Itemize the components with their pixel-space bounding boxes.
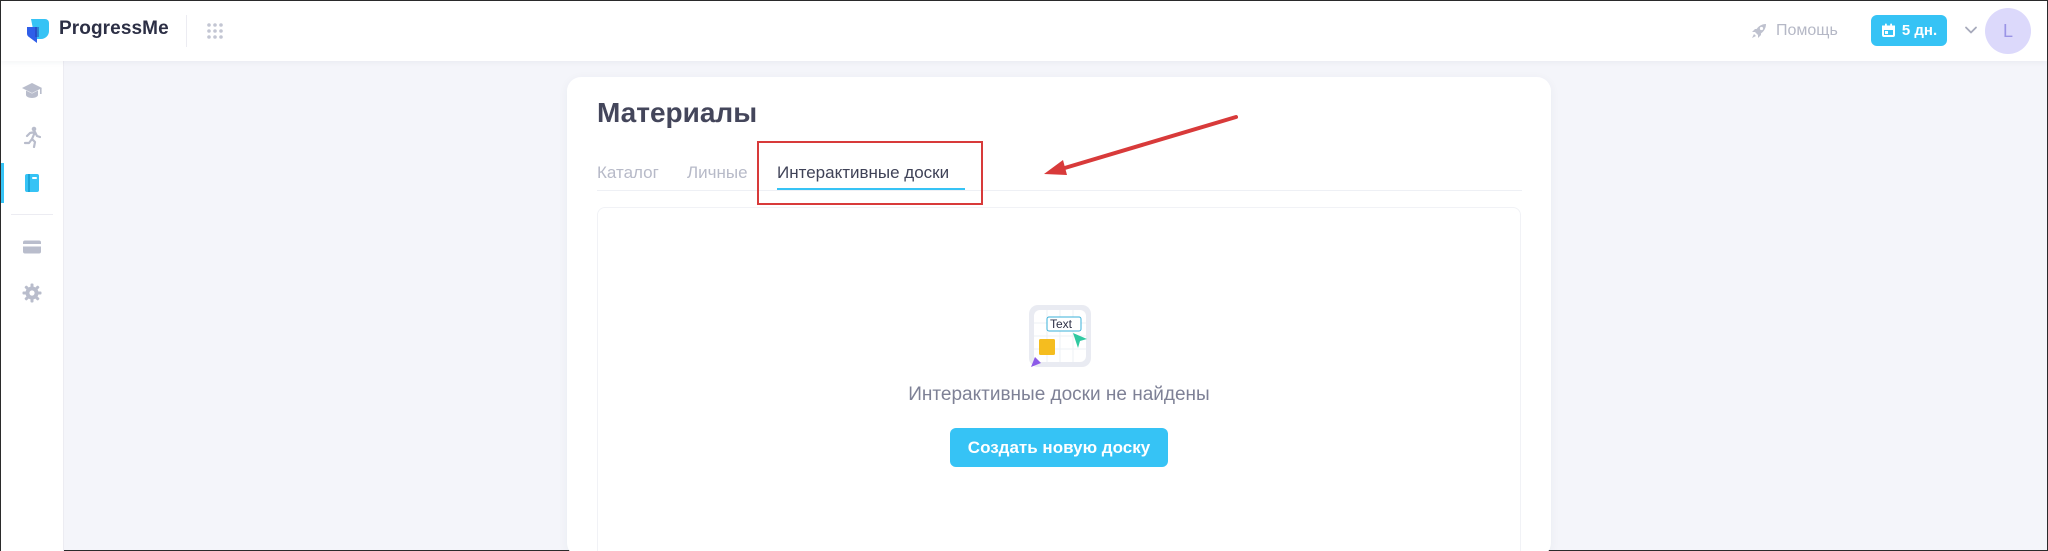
sidebar-item-settings[interactable] <box>1 271 63 315</box>
page-title: Материалы <box>597 97 758 128</box>
sidebar-item-courses[interactable] <box>1 69 63 113</box>
gear-icon <box>22 283 42 303</box>
top-bar: ProgressMe Помощь 5 дн. L <box>1 1 2047 61</box>
annotation-highlight-box <box>757 141 983 205</box>
annotation-arrow <box>1044 115 1238 175</box>
header-divider <box>186 15 187 47</box>
book-icon <box>25 174 39 192</box>
brand-name[interactable]: ProgressMe <box>59 18 169 40</box>
apps-grid-icon[interactable] <box>205 21 225 41</box>
rocket-icon <box>1752 24 1766 38</box>
tabs-divider <box>597 190 1522 191</box>
help-label: Помощь <box>1776 22 1838 39</box>
sidebar-item-payments[interactable] <box>1 225 63 269</box>
board-icon-text: Text <box>1050 317 1073 331</box>
tab-catalog[interactable]: Каталог <box>597 163 659 183</box>
graduation-cap-icon <box>22 83 42 98</box>
create-board-button[interactable]: Создать новую доску <box>950 428 1168 467</box>
sidebar-item-materials[interactable] <box>1 161 63 205</box>
subscription-days-button[interactable]: 5 дн. <box>1871 15 1947 46</box>
progressme-logo-icon[interactable] <box>23 17 51 45</box>
empty-state-message: Интерактивные доски не найдены <box>908 384 1210 405</box>
avatar[interactable]: L <box>1985 8 2031 54</box>
chevron-down-icon[interactable] <box>1964 23 1978 37</box>
avatar-letter: L <box>2002 20 2013 41</box>
running-person-icon <box>23 126 41 148</box>
help-link[interactable]: Помощь <box>1750 19 1838 43</box>
card-icon <box>23 240 41 254</box>
sidebar <box>1 61 64 551</box>
sidebar-item-activity[interactable] <box>1 115 63 159</box>
calendar-icon <box>1881 23 1895 37</box>
sidebar-divider <box>11 214 53 215</box>
days-label: 5 дн. <box>1901 22 1938 39</box>
interactive-board-icon: Text <box>1029 305 1091 367</box>
tab-personal[interactable]: Личные <box>687 163 748 183</box>
empty-state-panel <box>597 207 1521 551</box>
